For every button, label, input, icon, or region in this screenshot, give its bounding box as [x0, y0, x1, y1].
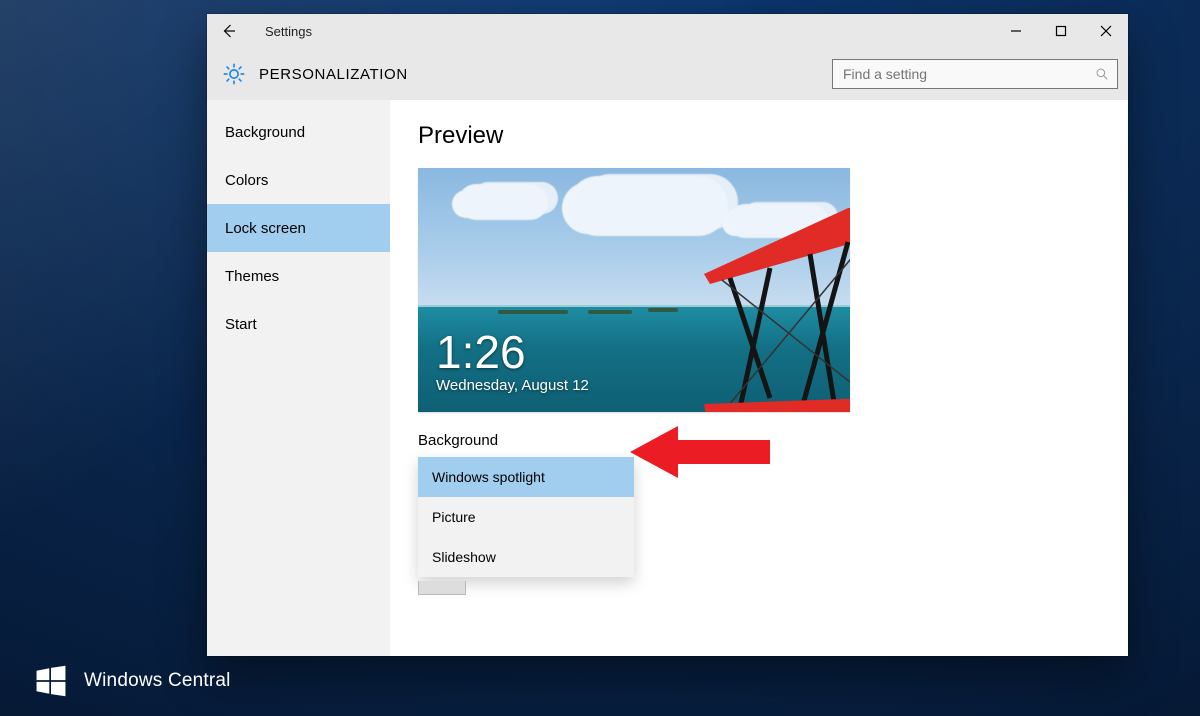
sidebar-item-themes[interactable]: Themes	[207, 252, 390, 300]
sidebar-item-label: Start	[225, 316, 257, 333]
sidebar-item-lock-screen[interactable]: Lock screen	[207, 204, 390, 252]
dropdown-option-windows-spotlight[interactable]: Windows spotlight	[418, 457, 634, 497]
close-button[interactable]	[1083, 14, 1128, 48]
preview-clock-time: 1:26	[436, 329, 589, 375]
sidebar-item-label: Themes	[225, 268, 279, 285]
back-arrow-icon	[220, 22, 238, 40]
dropdown-option-slideshow[interactable]: Slideshow	[418, 537, 634, 577]
sidebar-item-label: Colors	[225, 172, 268, 189]
gear-icon	[223, 63, 245, 85]
windows-central-logo-icon	[34, 664, 68, 698]
option-label: Picture	[432, 509, 476, 525]
search-field[interactable]	[832, 59, 1118, 89]
minimize-button[interactable]	[993, 14, 1038, 48]
preview-heading: Preview	[418, 122, 1100, 150]
airplane-wing-graphic	[670, 208, 850, 408]
background-field-label: Background	[418, 432, 1100, 449]
dropdown-option-picture[interactable]: Picture	[418, 497, 634, 537]
maximize-icon	[1055, 25, 1067, 37]
minimize-icon	[1010, 25, 1022, 37]
preview-clock-date: Wednesday, August 12	[436, 377, 589, 394]
sidebar-item-background[interactable]: Background	[207, 108, 390, 156]
lock-screen-preview: 1:26 Wednesday, August 12	[418, 168, 850, 412]
search-icon	[1095, 67, 1109, 81]
desktop-background: Settings	[0, 0, 1200, 716]
maximize-button[interactable]	[1038, 14, 1083, 48]
content-area: Background Colors Lock screen Themes Sta…	[207, 100, 1128, 656]
option-label: Windows spotlight	[432, 469, 545, 485]
sidebar-item-start[interactable]: Start	[207, 300, 390, 348]
background-dropdown[interactable]: Windows spotlight Picture Slideshow	[418, 457, 634, 577]
close-icon	[1100, 25, 1112, 37]
main-panel: Preview	[390, 100, 1128, 656]
collapsed-select-peek	[418, 581, 466, 595]
sidebar-item-colors[interactable]: Colors	[207, 156, 390, 204]
sidebar: Background Colors Lock screen Themes Sta…	[207, 100, 390, 656]
sidebar-item-label: Lock screen	[225, 220, 306, 237]
back-button[interactable]	[207, 14, 251, 48]
category-bar: PERSONALIZATION	[207, 48, 1128, 100]
window-title: Settings	[265, 24, 312, 39]
watermark: Windows Central	[34, 664, 231, 698]
category-title: PERSONALIZATION	[259, 66, 408, 83]
annotation-arrow-icon	[630, 422, 770, 482]
option-label: Slideshow	[432, 549, 496, 565]
search-input[interactable]	[841, 65, 1095, 83]
watermark-text: Windows Central	[84, 670, 231, 692]
settings-window: Settings	[207, 14, 1128, 656]
window-titlebar: Settings	[207, 14, 1128, 48]
sidebar-item-label: Background	[225, 124, 305, 141]
